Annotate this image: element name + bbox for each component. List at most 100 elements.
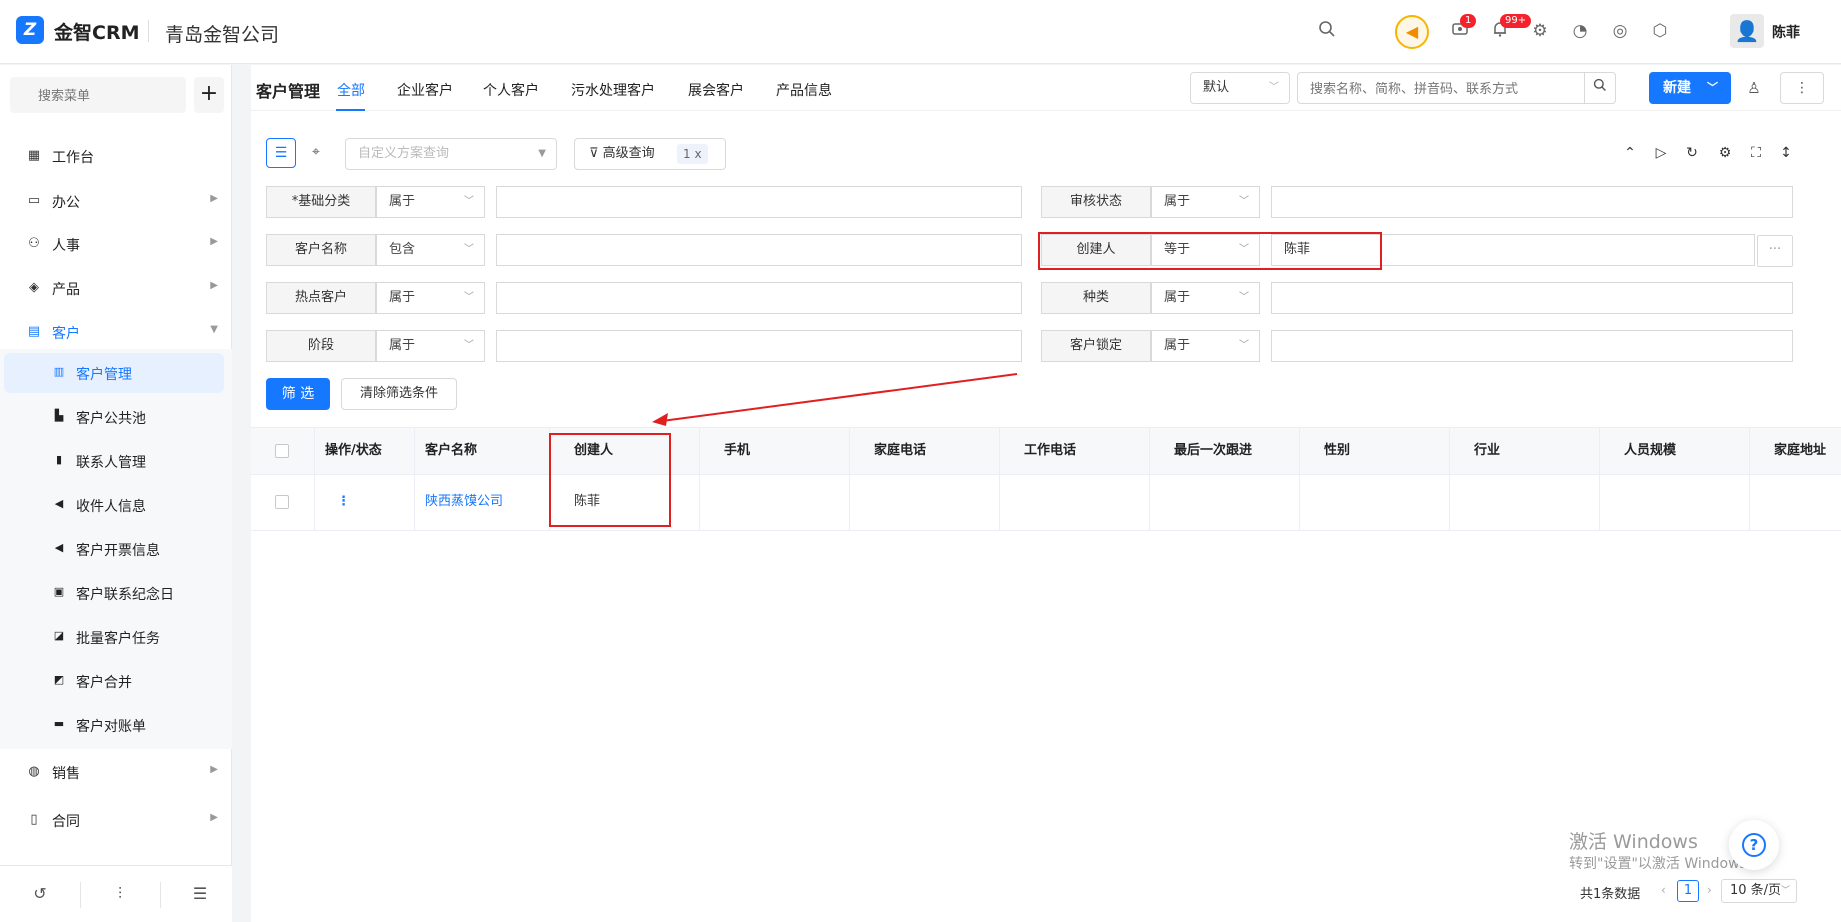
add-menu-button[interactable]: + [194, 77, 224, 113]
scheme-select-placeholder: 自定义方案查询 [358, 146, 450, 161]
sidebar-item-product[interactable]: ◈ 产品 ▶ [0, 269, 232, 309]
sidebar-item-customer[interactable]: ▤ 客户 ▼ [0, 313, 232, 353]
fullscreen-icon[interactable]: ⛶ [1747, 145, 1765, 161]
message-icon[interactable]: 1 [1449, 14, 1477, 42]
sidebar-subitem-customer-management[interactable]: ▥ 客户管理 [4, 353, 224, 393]
list-view-button[interactable]: ☰ [266, 138, 296, 168]
row-checkbox[interactable] [275, 495, 289, 509]
scheme-select[interactable]: 自定义方案查询 ▼ [345, 138, 557, 170]
settings-icon[interactable]: ⚙ [1716, 145, 1734, 161]
cond-operator-select[interactable]: 包含 ﹀ [376, 234, 485, 266]
sidebar-subitem-batch-task[interactable]: ◪ 批量客户任务 [4, 617, 224, 657]
sliders-icon[interactable]: ⫶ [110, 884, 130, 904]
box-icon: ◈ [29, 280, 39, 295]
history-icon[interactable]: ↺ [30, 884, 50, 903]
customer-name-link[interactable]: 陕西蒸馍公司 [415, 475, 550, 530]
page-size-select[interactable]: 10 条/页 ﹀ [1721, 879, 1797, 903]
row-actions-menu[interactable]: ⋮ [315, 475, 415, 530]
column-header[interactable]: 工作电话 [1000, 428, 1150, 474]
cond-value-input[interactable] [496, 186, 1022, 218]
sidebar-subitem-contacts[interactable]: ▮ 联系人管理 [4, 441, 224, 481]
cond-operator-select[interactable]: 属于 ﹀ [1151, 186, 1260, 218]
advanced-query-count[interactable]: 1 x [677, 144, 708, 164]
sidebar-item-hr[interactable]: ⚇ 人事 ▶ [0, 225, 232, 265]
app-logo-icon[interactable]: Z [16, 16, 44, 44]
new-button[interactable]: 新建 ﹀ [1649, 72, 1731, 104]
search-icon[interactable] [1316, 20, 1338, 42]
sales-icon: ◍ [28, 764, 40, 779]
cond-value-input[interactable] [496, 330, 1022, 362]
tab-all[interactable]: 全部 [337, 80, 365, 100]
sidebar-item-workbench[interactable]: ▦ 工作台 [0, 137, 232, 177]
column-header[interactable]: 人员规模 [1600, 428, 1750, 474]
page-number-button[interactable]: 1 [1677, 880, 1699, 902]
sidebar-item-office[interactable]: ▭ 办公 ▶ [0, 182, 232, 222]
tab-product-info[interactable]: 产品信息 [776, 80, 832, 100]
user-name[interactable]: 陈菲 [1772, 22, 1800, 42]
collapse-menu-icon[interactable]: ☰ [190, 884, 210, 903]
contacts-icon: ▮ [55, 453, 63, 466]
cond-label: 创建人 [1041, 234, 1151, 266]
browser-icon[interactable]: ◎ [1609, 20, 1631, 42]
bell-icon[interactable]: 99+ [1489, 14, 1532, 42]
cond-value-input[interactable] [1271, 282, 1793, 314]
select-all-checkbox[interactable] [275, 444, 289, 458]
cond-operator-select[interactable]: 属于 ﹀ [1151, 282, 1260, 314]
settings-icon[interactable]: ⚙ [1529, 20, 1551, 42]
pie-chart-icon[interactable]: ◔ [1569, 20, 1591, 42]
expand-vertical-icon[interactable]: ↕ [1777, 145, 1795, 161]
column-header[interactable]: 行业 [1450, 428, 1600, 474]
column-header[interactable]: 家庭地址 [1750, 428, 1841, 474]
sidebar-subitem-merge[interactable]: ◩ 客户合并 [4, 661, 224, 701]
column-header[interactable]: 操作/状态 [315, 428, 415, 474]
sidebar-subitem-customer-pool[interactable]: ▙ 客户公共池 [4, 397, 224, 437]
column-header[interactable]: 最后一次跟进 [1150, 428, 1300, 474]
column-header[interactable]: 家庭电话 [850, 428, 1000, 474]
avatar[interactable]: 👤 [1730, 14, 1764, 48]
cond-operator-select[interactable]: 属于 ﹀ [376, 282, 485, 314]
cond-value-input[interactable] [1271, 186, 1793, 218]
refresh-icon[interactable]: ↻ [1683, 145, 1701, 161]
column-header[interactable]: 性别 [1300, 428, 1450, 474]
cond-operator-select[interactable]: 属于 ﹀ [376, 186, 485, 218]
filter-button[interactable]: 筛 选 [266, 378, 330, 410]
cond-value-input[interactable] [1271, 330, 1793, 362]
cond-value-input[interactable] [496, 282, 1022, 314]
menu-search-input[interactable] [10, 77, 186, 113]
tab-sewage[interactable]: 污水处理客户 [571, 80, 655, 100]
creator-value-input[interactable]: 陈菲 [1271, 234, 1755, 266]
sidebar-subitem-statement[interactable]: ▬ 客户对账单 [4, 705, 224, 745]
cond-operator-select[interactable]: 属于 ﹀ [1151, 330, 1260, 362]
more-options-button[interactable]: ··· [1757, 235, 1793, 267]
sidebar-item-sales[interactable]: ◍ 销售 ▶ [0, 753, 232, 793]
sidebar-item-contract[interactable]: ▯ 合同 ▶ [0, 801, 232, 841]
advanced-query-button[interactable]: ⊽ 高级查询 1 x [574, 138, 726, 170]
sidebar-subitem-recipient[interactable]: ◀ 收件人信息 [4, 485, 224, 525]
prev-page-icon[interactable]: ‹ [1661, 883, 1666, 897]
sidebar-subitem-invoice[interactable]: ◀ 客户开票信息 [4, 529, 224, 569]
cond-operator-select[interactable]: 等于 ﹀ [1151, 234, 1260, 266]
cond-operator-select[interactable]: 属于 ﹀ [376, 330, 485, 362]
column-header[interactable]: 创建人 [550, 428, 700, 474]
clear-filter-button[interactable]: 清除筛选条件 [341, 378, 457, 410]
help-button[interactable]: ? [1729, 820, 1779, 870]
view-select[interactable]: 默认 ﹀ [1190, 72, 1290, 104]
table-row[interactable]: ⋮ 陕西蒸馍公司 陈菲 [251, 475, 1841, 531]
tab-personal[interactable]: 个人客户 [483, 80, 539, 100]
collapse-up-icon[interactable]: ⌃ [1621, 145, 1639, 161]
sidebar-subitem-anniversary[interactable]: ▣ 客户联系纪念日 [4, 573, 224, 613]
next-page-icon[interactable]: › [1707, 883, 1712, 897]
column-header[interactable]: 手机 [700, 428, 850, 474]
cond-value-input[interactable] [496, 234, 1022, 266]
more-options-button[interactable]: ⋮ [1780, 72, 1824, 104]
search-input[interactable] [1297, 72, 1615, 104]
play-icon[interactable]: ▷ [1652, 145, 1670, 161]
tab-enterprise[interactable]: 企业客户 [397, 80, 453, 100]
column-header[interactable]: 客户名称 [415, 428, 550, 474]
announcement-icon[interactable]: ◀ [1395, 15, 1429, 49]
location-icon[interactable]: ⌖ [312, 144, 320, 160]
search-button[interactable] [1584, 72, 1616, 104]
shield-icon[interactable]: ⬡ [1649, 20, 1671, 42]
tab-exhibition[interactable]: 展会客户 [688, 80, 744, 100]
user-icon[interactable]: ♙ [1743, 77, 1765, 99]
